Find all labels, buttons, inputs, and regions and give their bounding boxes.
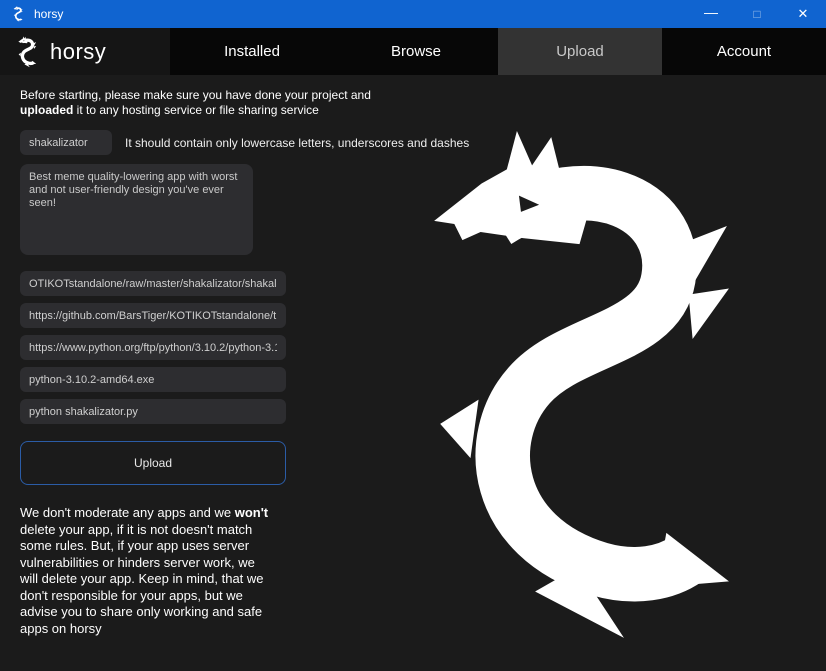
name-row: It should contain only lowercase letters… bbox=[20, 130, 450, 155]
brand-name: horsy bbox=[50, 39, 106, 65]
run-command-input[interactable] bbox=[20, 399, 286, 424]
intro-text: Before starting, please make sure you ha… bbox=[20, 88, 392, 118]
disclaimer-bold: won't bbox=[235, 505, 268, 520]
upload-page: Before starting, please make sure you ha… bbox=[0, 75, 826, 671]
upload-button[interactable]: Upload bbox=[20, 441, 286, 485]
disclaimer-text: We don't moderate any apps and we won't … bbox=[20, 505, 274, 637]
window-title: horsy bbox=[34, 7, 63, 21]
app-window: horsy — □ ✕ horsy Installed Browse Uploa… bbox=[0, 0, 826, 671]
app-description-input[interactable]: Best meme quality-lowering app with wors… bbox=[20, 164, 253, 255]
maximize-icon[interactable]: □ bbox=[734, 0, 780, 28]
disclaimer-post: delete your app, if it is not doesn't ma… bbox=[20, 522, 264, 636]
dependency-filename-input[interactable] bbox=[20, 367, 286, 392]
horsy-logo bbox=[420, 125, 735, 650]
upload-form: Before starting, please make sure you ha… bbox=[20, 88, 450, 637]
intro-pre: Before starting, please make sure you ha… bbox=[20, 88, 371, 102]
intro-post: it to any hosting service or file sharin… bbox=[73, 103, 318, 117]
intro-bold: uploaded bbox=[20, 103, 73, 117]
tab-browse[interactable]: Browse bbox=[334, 28, 498, 75]
dependency-url-input[interactable] bbox=[20, 335, 286, 360]
name-hint: It should contain only lowercase letters… bbox=[125, 136, 469, 150]
repo-url-input[interactable] bbox=[20, 303, 286, 328]
app-icon bbox=[10, 6, 26, 22]
tab-upload[interactable]: Upload bbox=[498, 28, 662, 75]
tab-account[interactable]: Account bbox=[662, 28, 826, 75]
titlebar: horsy — □ ✕ bbox=[0, 0, 826, 28]
close-icon[interactable]: ✕ bbox=[780, 0, 826, 28]
app-zip-url-input[interactable] bbox=[20, 271, 286, 296]
nav-bar: horsy Installed Browse Upload Account bbox=[0, 28, 826, 75]
tab-strip: Installed Browse Upload Account bbox=[170, 28, 826, 75]
horsy-logo-icon bbox=[14, 36, 40, 68]
minimize-icon[interactable]: — bbox=[688, 0, 734, 28]
app-name-input[interactable] bbox=[20, 130, 112, 155]
window-controls: — □ ✕ bbox=[688, 0, 826, 28]
tab-installed[interactable]: Installed bbox=[170, 28, 334, 75]
brand: horsy bbox=[0, 28, 170, 75]
disclaimer-pre: We don't moderate any apps and we bbox=[20, 505, 235, 520]
